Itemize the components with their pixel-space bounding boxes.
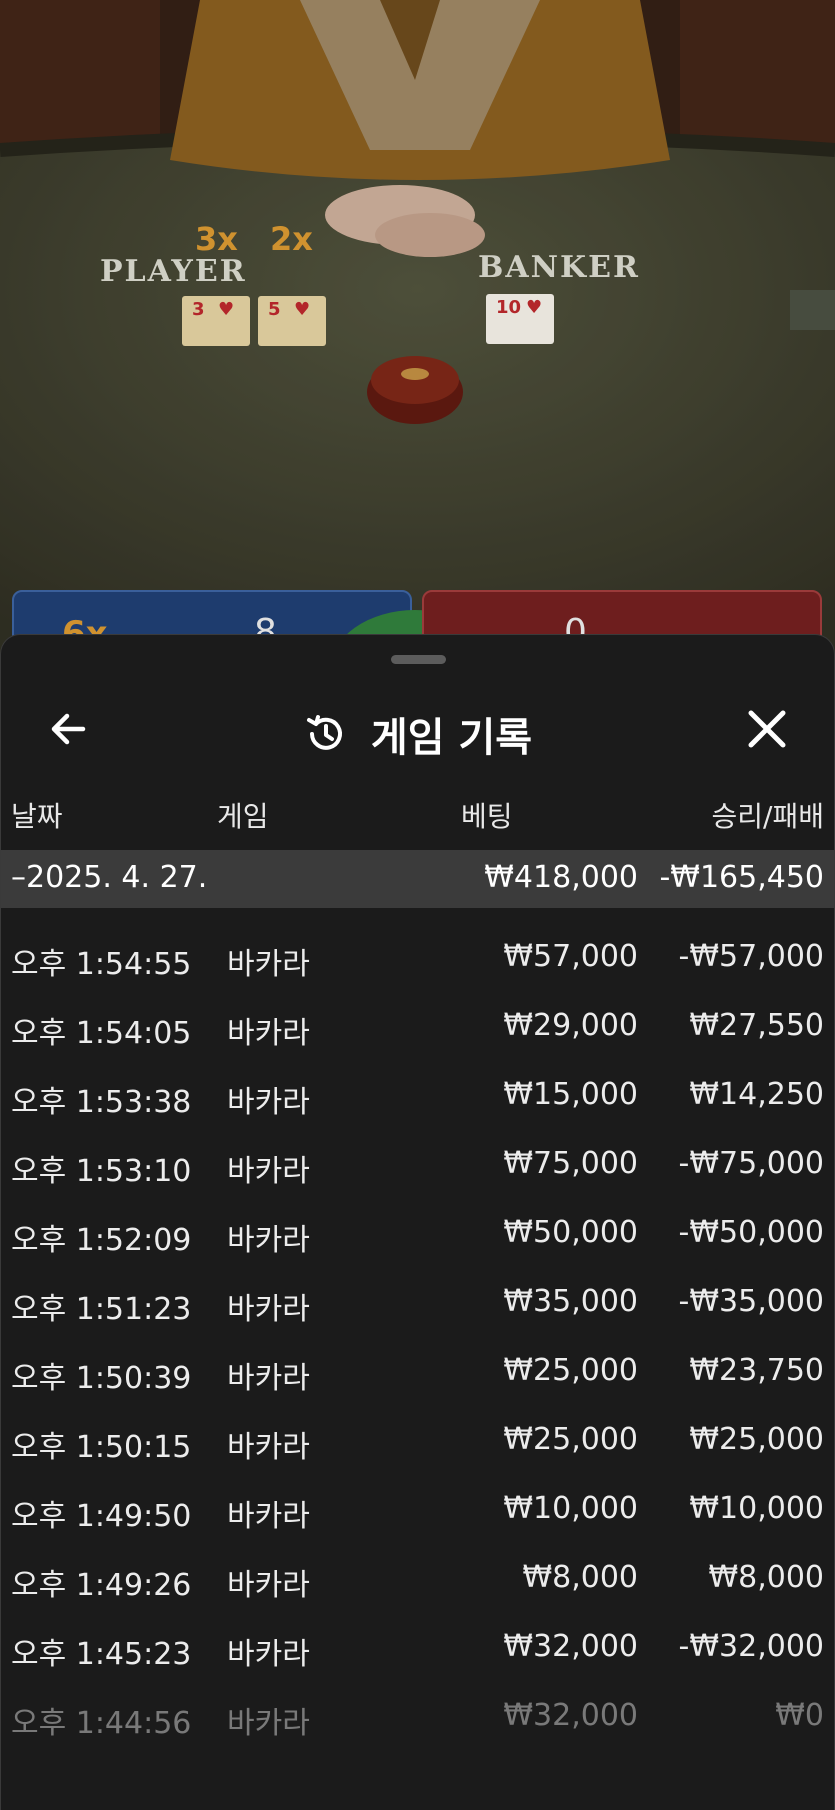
history-list: 오후 1:54:55 바카라 ₩57,000 -₩57,000 오후 1:54:05 바카… — [1, 927, 834, 1755]
heart-icon: ♥ — [294, 299, 311, 320]
row-time: 오후 1:53:10 — [11, 1154, 192, 1189]
row-game: 바카라 — [227, 947, 310, 982]
history-row[interactable]: 오후 1:53:38 바카라 ₩15,000 ₩14,250 — [1, 1065, 834, 1134]
player-card-2: 5 ♥ — [258, 296, 326, 346]
row-bet: ₩29,000 — [503, 1008, 638, 1043]
summary-date: –2025. 4. 27. — [11, 860, 208, 895]
row-bet: ₩50,000 — [503, 1215, 638, 1250]
history-clock-icon — [306, 715, 342, 750]
summary-result-total: -₩165,450 — [659, 860, 824, 895]
sheet-drag-handle[interactable] — [391, 655, 446, 664]
history-row[interactable]: 오후 1:54:55 바카라 ₩57,000 -₩57,000 — [1, 927, 834, 996]
row-bet: ₩25,000 — [503, 1422, 638, 1457]
game-history-sheet: 게임 기록 날짜 게임 베팅 승리/패배 –2025. 4. 27. ₩418,… — [0, 634, 835, 1810]
row-game: 바카라 — [227, 1154, 310, 1189]
row-game: 바카라 — [227, 1361, 310, 1396]
row-bet: ₩15,000 — [503, 1077, 638, 1112]
heart-icon: ♥ — [218, 299, 235, 320]
sheet-title: 게임 기록 — [370, 715, 533, 761]
column-header-bet: 베팅 — [461, 800, 513, 833]
row-time: 오후 1:54:05 — [11, 1016, 192, 1051]
row-time: 오후 1:44:56 — [11, 1706, 192, 1741]
row-time: 오후 1:51:23 — [11, 1292, 192, 1327]
row-result: -₩57,000 — [678, 939, 824, 974]
row-time: 오후 1:52:09 — [11, 1223, 192, 1258]
banker-card-1-rank: 10 — [496, 297, 522, 318]
heart-icon: ♥ — [526, 297, 543, 318]
row-time: 오후 1:50:39 — [11, 1361, 192, 1396]
column-header-date: 날짜 — [11, 800, 63, 833]
close-x-icon — [748, 710, 786, 748]
title-group: 게임 기록 — [1, 705, 834, 763]
row-time: 오후 1:45:23 — [11, 1637, 192, 1672]
row-result: ₩8,000 — [708, 1560, 824, 1595]
row-result: ₩10,000 — [689, 1491, 824, 1526]
row-time: 오후 1:49:50 — [11, 1499, 192, 1534]
banker-label: BANKER — [478, 250, 640, 285]
history-row[interactable]: 오후 1:54:05 바카라 ₩29,000 ₩27,550 — [1, 996, 834, 1065]
player-card-1: 3 ♥ — [182, 296, 250, 346]
row-bet: ₩32,000 — [503, 1698, 638, 1733]
baccarat-table-scene — [0, 0, 835, 660]
history-row[interactable]: 오후 1:53:10 바카라 ₩75,000 -₩75,000 — [1, 1134, 834, 1203]
row-bet: ₩75,000 — [503, 1146, 638, 1181]
row-result: -₩32,000 — [678, 1629, 824, 1664]
row-result: -₩50,000 — [678, 1215, 824, 1250]
row-time: 오후 1:49:26 — [11, 1568, 192, 1603]
row-result: ₩25,000 — [689, 1422, 824, 1457]
row-game: 바카라 — [227, 1223, 310, 1258]
history-row[interactable]: 오후 1:49:26 바카라 ₩8,000 ₩8,000 — [1, 1548, 834, 1617]
row-result: ₩0 — [775, 1698, 824, 1733]
history-row[interactable]: 오후 1:44:56 바카라 ₩32,000 ₩0 — [1, 1686, 834, 1755]
row-bet: ₩57,000 — [503, 939, 638, 974]
history-row[interactable]: 오후 1:50:39 바카라 ₩25,000 ₩23,750 — [1, 1341, 834, 1410]
row-result: ₩14,250 — [689, 1077, 824, 1112]
row-bet: ₩35,000 — [503, 1284, 638, 1319]
row-game: 바카라 — [227, 1085, 310, 1120]
close-button[interactable] — [739, 701, 795, 757]
multiplier-3x-label: 3x — [195, 220, 238, 258]
history-row[interactable]: 오후 1:52:09 바카라 ₩50,000 -₩50,000 — [1, 1203, 834, 1272]
row-game: 바카라 — [227, 1292, 310, 1327]
column-header-game: 게임 — [217, 800, 269, 833]
multiplier-2x-label: 2x — [270, 220, 313, 258]
row-result: -₩35,000 — [678, 1284, 824, 1319]
row-time: 오후 1:53:38 — [11, 1085, 192, 1120]
row-game: 바카라 — [227, 1706, 310, 1741]
row-game: 바카라 — [227, 1568, 310, 1603]
row-result: ₩23,750 — [689, 1353, 824, 1388]
summary-bet-total: ₩418,000 — [484, 860, 638, 895]
history-row[interactable]: 오후 1:49:50 바카라 ₩10,000 ₩10,000 — [1, 1479, 834, 1548]
row-game: 바카라 — [227, 1430, 310, 1465]
row-result: -₩75,000 — [678, 1146, 824, 1181]
player-card-2-rank: 5 — [268, 299, 281, 320]
date-group-summary-row[interactable]: –2025. 4. 27. ₩418,000 -₩165,450 — [1, 850, 834, 908]
sheet-header: 게임 기록 — [1, 679, 834, 789]
history-row[interactable]: 오후 1:51:23 바카라 ₩35,000 -₩35,000 — [1, 1272, 834, 1341]
player-label: PLAYER — [100, 254, 247, 289]
row-bet: ₩32,000 — [503, 1629, 638, 1664]
player-card-1-rank: 3 — [192, 299, 205, 320]
row-bet: ₩8,000 — [522, 1560, 638, 1595]
row-game: 바카라 — [227, 1499, 310, 1534]
history-row[interactable]: 오후 1:50:15 바카라 ₩25,000 ₩25,000 — [1, 1410, 834, 1479]
row-bet: ₩10,000 — [503, 1491, 638, 1526]
row-bet: ₩25,000 — [503, 1353, 638, 1388]
live-video-background: 3x 2x PLAYER BANKER 3 ♥ 5 ♥ 10 ♥ 6x 8 0 — [0, 0, 835, 660]
row-game: 바카라 — [227, 1016, 310, 1051]
row-game: 바카라 — [227, 1637, 310, 1672]
row-time: 오후 1:54:55 — [11, 947, 192, 982]
row-time: 오후 1:50:15 — [11, 1430, 192, 1465]
history-row[interactable]: 오후 1:45:23 바카라 ₩32,000 -₩32,000 — [1, 1617, 834, 1686]
banker-card-1: 10 ♥ — [486, 294, 554, 344]
column-header-result: 승리/패배 — [711, 800, 824, 833]
row-result: ₩27,550 — [689, 1008, 824, 1043]
